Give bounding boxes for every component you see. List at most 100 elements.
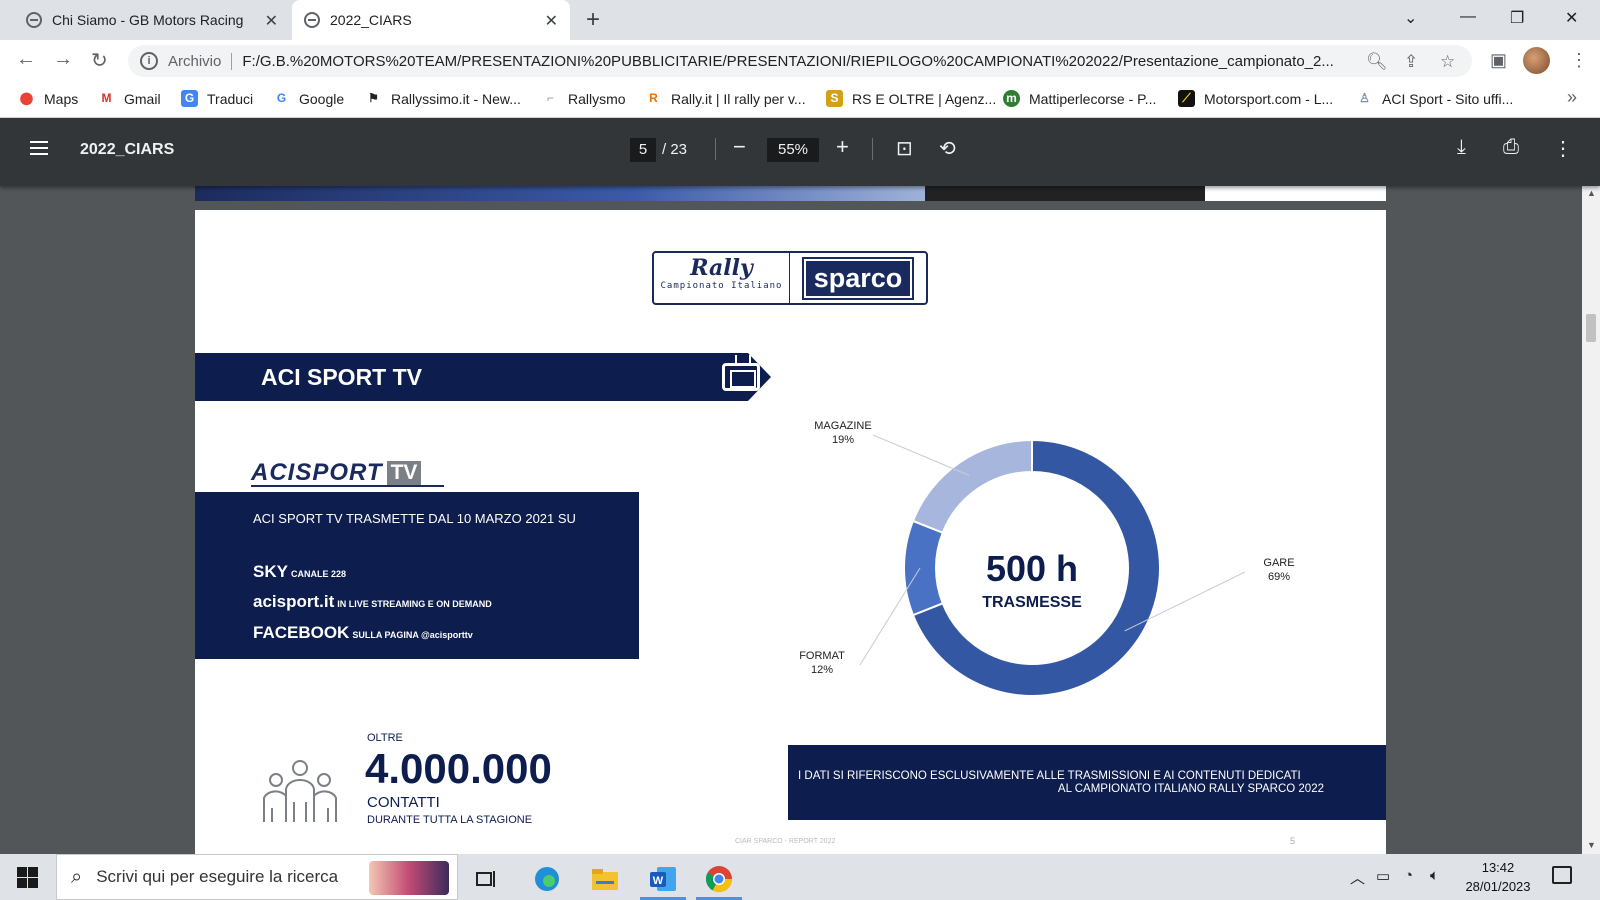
zoom-icon[interactable]: 🔍︎ [1366,52,1388,72]
bookmark-aci-sport[interactable]: ♙ ACI Sport - Sito uffi... [1356,90,1513,107]
notification-center-icon[interactable] [1552,866,1572,884]
scrollbar-thumb[interactable] [1586,314,1596,342]
rotate-icon[interactable]: ⟲ [939,136,956,161]
bookmark-rs-e-oltre[interactable]: S RS E OLTRE | Agenz... [826,90,996,107]
zoom-in-button[interactable]: + [836,134,849,160]
svg-text:W: W [653,875,664,887]
bookmark-rallysmo[interactable]: ⌐ Rallysmo [542,90,626,107]
forward-button[interactable]: → [53,48,73,71]
page-footer-number: 5 [1290,836,1296,846]
close-window-button[interactable]: ✕ [1565,8,1578,28]
vertical-scrollbar[interactable]: ▲ ▼ [1582,186,1600,854]
side-panel-icon[interactable]: ▣ [1490,50,1507,71]
document-title: 2022_CIARS [80,141,175,158]
rally-r-icon: R [649,91,658,105]
bookmark-maps[interactable]: ⬤ Maps [18,90,78,107]
bookmark-rally-it[interactable]: R Rally.it | Il rally per v... [645,90,805,107]
back-button[interactable]: ← [16,48,36,71]
slice-label-gare: GARE [1263,557,1294,569]
download-icon[interactable]: ⤓ [1457,136,1466,159]
fit-page-icon[interactable]: ⊡ [896,136,913,161]
restore-button[interactable]: ❐ [1510,8,1524,28]
windows-taskbar: ⌕ Scrivi qui per eseguire la ricerca W ︿… [0,854,1600,900]
show-hidden-icons-icon[interactable]: ︿ [1350,867,1365,888]
contacts-prefix: OLTRE [367,732,403,744]
info-icon[interactable]: i [140,52,158,70]
share-icon[interactable]: ⇪ [1404,52,1418,72]
checkered-flag-icon: ⚑ [368,91,379,105]
rs-icon: S [826,90,843,107]
scroll-down-icon[interactable]: ▼ [1587,840,1596,850]
tab-title: Chi Siamo - GB Motors Racing [52,12,244,28]
donut-center-label: TRASMESSE [982,594,1082,611]
clock-date: 28/01/2023 [1465,879,1531,894]
more-bookmarks-icon[interactable]: » [1567,87,1577,108]
previous-page-image [195,186,925,201]
contacts-label: CONTATTI [367,794,440,811]
tab-title: 2022_CIARS [330,12,412,28]
broadcast-info-box: ACI SPORT TV TRASMETTE DAL 10 MARZO 2021… [195,492,639,659]
previous-page-image [925,186,1205,201]
scroll-up-icon[interactable]: ▲ [1587,188,1596,198]
address-bar[interactable]: i Archivio F:/G.B.%20MOTORS%20TEAM/PRESE… [128,45,1472,77]
bookmark-rallyssimo[interactable]: ⚑ Rallyssimo.it - New... [365,90,521,107]
channel-row: FACEBOOK SULLA PAGINA @acisporttv [253,623,473,643]
slice-value-gare: 69% [1268,571,1290,583]
channel-name: acisport.it [253,592,335,611]
edge-icon[interactable] [522,858,572,900]
tab-strip: Chi Siamo - GB Motors Racing ✕ 2022_CIAR… [0,0,1600,40]
page-number-input[interactable]: 5 [630,138,656,162]
section-title: ACI SPORT TV [261,364,423,390]
channel-name: FACEBOOK [253,623,350,642]
bookmark-mattiperlecorse[interactable]: m Mattiperlecorse - P... [1003,90,1156,107]
divider [872,138,873,160]
slice-value-format: 12% [811,664,833,676]
new-tab-button[interactable]: + [586,6,600,34]
battery-icon[interactable]: ▭ [1376,867,1390,885]
minimize-button[interactable]: — [1460,8,1476,26]
hamburger-menu-icon[interactable] [30,141,48,155]
print-icon[interactable]: ⎙ [1503,136,1519,159]
logo-subtitle: Campionato Italiano [660,281,783,291]
page-footer: CIAR SPARCO - REPORT 2022 [735,838,836,845]
bookmark-gmail[interactable]: M Gmail [98,90,161,107]
section-banner: ACI SPORT TV [195,353,771,401]
address-url[interactable]: F:/G.B.%20MOTORS%20TEAM/PRESENTAZIONI%20… [242,53,1352,70]
rally-sparco-logo: Rally Campionato Italiano sparco [652,251,928,305]
taskbar-search[interactable]: ⌕ Scrivi qui per eseguire la ricerca [56,854,458,900]
volume-icon[interactable]: 🔈︎ [1430,867,1439,884]
leader-line-format [859,567,921,666]
star-icon[interactable]: ☆ [1440,52,1455,72]
kebab-menu-icon[interactable]: ⋮ [1570,50,1588,71]
search-icon: ⌕ [71,865,83,888]
contacts-number: 4.000.000 [365,745,552,792]
more-options-icon[interactable]: ⋮ [1553,136,1573,161]
close-tab-icon[interactable]: ✕ [265,11,278,31]
file-explorer-icon[interactable] [580,858,630,900]
google-icon: G [276,91,287,105]
reload-button[interactable]: ↻ [91,48,108,73]
tab-2022-ciars[interactable]: 2022_CIARS ✕ [292,0,570,40]
task-view-icon[interactable] [462,858,512,900]
tab-search-icon[interactable]: ⌄ [1404,8,1417,28]
globe-icon [304,12,320,28]
people-icon [263,760,337,822]
zoom-out-button[interactable]: − [733,134,746,160]
divider [715,138,716,160]
zoom-level-input[interactable]: 55% [767,138,819,162]
wifi-icon[interactable]: ◔ [1404,867,1413,884]
bookmark-traduci[interactable]: G Traduci [181,90,253,107]
pdf-viewer[interactable]: Rally Campionato Italiano sparco ACI SPO… [0,186,1600,854]
bookmark-motorsport[interactable]: ⟋ Motorsport.com - L... [1178,90,1333,107]
avatar[interactable] [1523,47,1550,74]
channel-name: SKY [253,562,288,581]
system-clock[interactable]: 13:42 28/01/2023 [1462,858,1534,896]
bookmark-google[interactable]: G Google [273,90,344,107]
word-icon[interactable]: W [638,858,688,900]
chrome-icon[interactable] [694,858,744,900]
windows-start-icon[interactable] [17,867,38,888]
tab-chi-siamo[interactable]: Chi Siamo - GB Motors Racing ✕ [18,0,290,40]
screen: Chi Siamo - GB Motors Racing ✕ 2022_CIAR… [0,0,1600,900]
close-tab-icon[interactable]: ✕ [545,11,558,31]
donut-center-value: 500 h [986,548,1078,589]
